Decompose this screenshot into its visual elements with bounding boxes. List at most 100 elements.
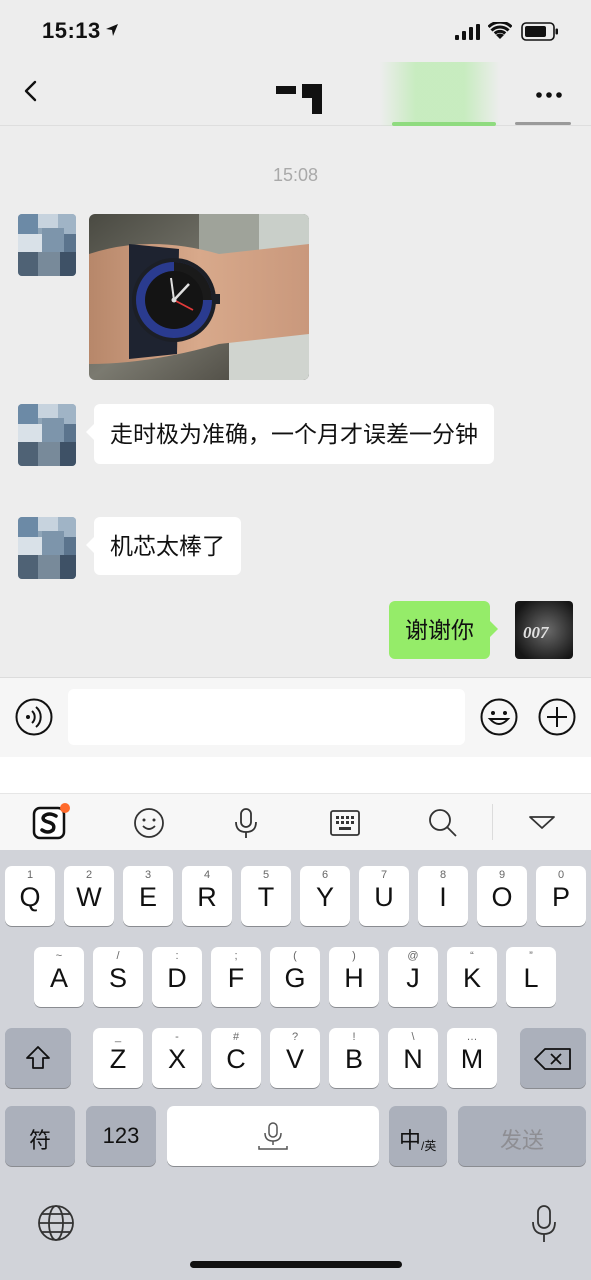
key-label: O [491,882,513,912]
back-chevron-icon[interactable] [18,78,44,104]
key-hint: 6 [321,869,329,881]
chat-nav-bar [0,62,591,126]
key-label: W [76,882,102,912]
language-switch-key[interactable]: 中 /英 [389,1106,447,1166]
key-h[interactable]: ) H [329,947,379,1007]
key-hint: 8 [439,869,447,881]
globe-icon[interactable] [36,1203,76,1243]
key-w[interactable]: 2W [64,866,114,926]
key-d[interactable]: :D [152,947,202,1007]
battery-icon [521,22,558,41]
key-label: S [108,963,127,993]
key-sublabel: /英 [421,1139,437,1153]
redacted-area [380,62,500,126]
key-l[interactable]: ” L [506,947,556,1007]
more-options-icon[interactable] [534,90,564,100]
incoming-message-bubble[interactable]: 机芯太棒了 [86,517,241,575]
key-label: P [551,882,570,912]
key-hint: 7 [380,869,388,881]
key-label: H [344,963,364,993]
space-key[interactable] [167,1106,379,1166]
key-label: V [285,1044,304,1074]
key-label: 123 [102,1123,140,1148]
key-y[interactable]: 6Y [300,866,350,926]
key-p[interactable]: 0P [536,866,586,926]
emoji-icon[interactable] [132,806,166,840]
key-n[interactable]: \ N [388,1028,438,1088]
redacted-line [392,122,496,126]
ime-toolbar [0,793,591,850]
keyboard-icon[interactable] [328,806,362,840]
numbers-key[interactable]: 123 [86,1106,156,1166]
key-e[interactable]: 3E [123,866,173,926]
key-g[interactable]: (G [270,947,320,1007]
key-hint: \ [411,1031,415,1043]
key-hint: : [175,950,179,962]
redacted-line-secondary [515,122,571,125]
key-hint: / [116,950,120,962]
key-hint: 1 [26,869,34,881]
key-hint: # [232,1031,240,1043]
space-mic-icon [258,1122,288,1150]
key-k[interactable]: “K [447,947,497,1007]
contact-avatar[interactable] [18,404,76,466]
key-x[interactable]: -X [152,1028,202,1088]
key-hint: ” [529,950,533,962]
contact-avatar[interactable] [18,517,76,579]
007-logo-avatar: 007 [515,601,573,659]
key-u[interactable]: 7U [359,866,409,926]
chat-image-wristwatch[interactable] [89,214,309,380]
voice-input-icon[interactable] [15,698,53,736]
outgoing-message-bubble[interactable]: 谢谢你 [389,601,498,659]
key-b[interactable]: ! B [329,1028,379,1088]
key-r[interactable]: 4R [182,866,232,926]
microphone-icon[interactable] [229,806,263,840]
key-label: Y [315,882,334,912]
key-hint: 5 [262,869,270,881]
location-arrow-icon [106,24,118,36]
search-icon[interactable] [426,806,460,840]
wifi-icon [488,22,512,39]
shift-key[interactable] [5,1028,71,1088]
key-label: F [227,963,245,993]
backspace-icon [534,1048,571,1070]
home-indicator[interactable] [190,1261,402,1268]
key-label: E [138,882,157,912]
key-c[interactable]: # C [211,1028,261,1088]
incoming-message-bubble[interactable]: 走时极为准确，一个月才误差一分钟 [86,404,494,464]
key-s[interactable]: / S [93,947,143,1007]
key-label: G [284,963,306,993]
key-label: N [403,1044,423,1074]
sogou-logo-icon[interactable] [32,802,70,842]
key-v[interactable]: ? V [270,1028,320,1088]
key-m[interactable]: … M [447,1028,497,1088]
symbols-key[interactable]: 符 [5,1106,75,1166]
key-t[interactable]: 5T [241,866,291,926]
key-label: 中 [399,1128,422,1153]
key-q[interactable]: 1Q [5,866,55,926]
key-z[interactable]: _ Z [93,1028,143,1088]
key-hint: 0 [557,869,565,881]
key-hint: 3 [144,869,152,881]
key-o[interactable]: 9O [477,866,527,926]
contact-avatar[interactable] [18,214,76,276]
send-key[interactable]: 发送 [458,1106,586,1166]
key-a[interactable]: ~ A [34,947,84,1007]
dictation-mic-icon[interactable] [530,1204,558,1244]
key-f[interactable]: ; F [211,947,261,1007]
key-hint: ! [352,1031,356,1043]
message-text-input[interactable] [68,689,465,745]
key-hint: ~ [55,950,63,962]
collapse-keyboard-icon[interactable] [525,806,559,840]
key-i[interactable]: 8I [418,866,468,926]
key-label: B [344,1044,363,1074]
backspace-key[interactable] [520,1028,586,1088]
wristwatch-photo [89,214,309,380]
key-j[interactable]: @ J [388,947,438,1007]
key-label: J [406,963,420,993]
add-more-icon[interactable] [538,698,576,736]
chat-message-list[interactable]: 15:08 走时极为准确，一个月才误差一分钟 机芯太棒了 谢谢你 007 [0,127,591,677]
my-avatar[interactable]: 007 [515,601,573,659]
shift-arrow-icon [26,1046,50,1069]
emoji-icon[interactable] [480,698,518,736]
